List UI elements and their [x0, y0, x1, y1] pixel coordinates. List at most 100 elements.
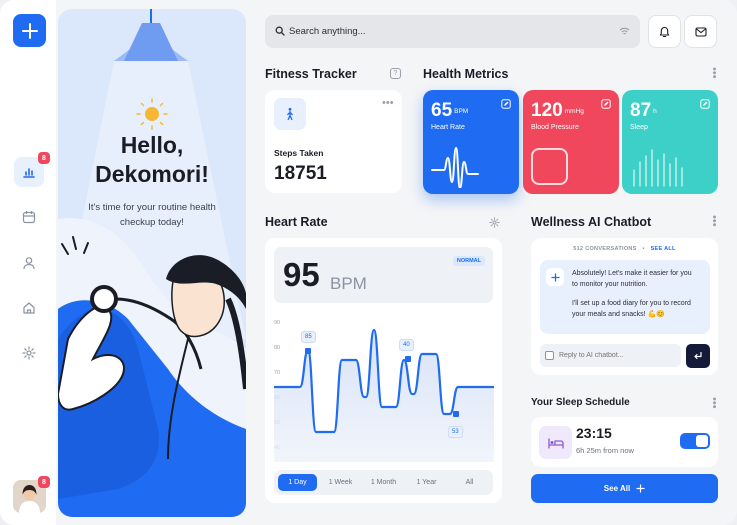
chat-message-text: I'll set up a food diary for you to reco…: [572, 300, 691, 307]
enter-icon: [694, 351, 702, 360]
chart-bars-icon: [23, 168, 35, 178]
chat-message-text: to monitor your nutrition.: [572, 281, 648, 288]
sleep-countdown: 6h 25m from now: [576, 446, 634, 455]
sleep-schedule-card: 23:15 6h 25m from now: [531, 417, 718, 467]
search-icon: [275, 26, 285, 36]
status-badge: NORMAL: [452, 256, 485, 266]
plus-icon: [546, 268, 564, 286]
help-icon[interactable]: ?: [390, 68, 401, 79]
user-icon: [23, 257, 35, 270]
hero-subtitle-line1: It's time for your routine health: [88, 202, 216, 213]
sidebar-item-calendar[interactable]: [14, 202, 44, 232]
range-1-week[interactable]: 1 Week: [321, 474, 360, 491]
steps-card: ••• Steps Taken 18751: [265, 90, 402, 193]
heart-rate-value: 95: [283, 256, 320, 293]
add-button[interactable]: [13, 14, 46, 47]
steps-more-icon[interactable]: •••: [382, 98, 394, 109]
data-point[interactable]: [405, 356, 411, 362]
heart-rate-metric-unit: BPM: [454, 108, 469, 115]
see-all-button-label: See All: [603, 484, 631, 493]
chatbot-card: 512 CONVERSATIONS • SEE ALL Absolutely! …: [531, 238, 718, 375]
calendar-icon: [22, 211, 36, 224]
heart-rate-summary: 95 BPM NORMAL: [274, 247, 493, 303]
metric-value: 65 BPM: [431, 100, 468, 122]
dashboard-app: 8 8 Hello, Dekomori! It's time for your …: [0, 0, 737, 525]
data-label: 85: [301, 331, 316, 343]
data-point[interactable]: [305, 348, 311, 354]
heart-rate-metric-value: 65: [431, 100, 453, 121]
plus-icon: [636, 484, 645, 493]
hero-greeting-line1: Hello,: [120, 132, 184, 158]
range-1-day[interactable]: 1 Day: [278, 474, 317, 491]
data-label: 40: [399, 339, 414, 351]
range-all[interactable]: All: [450, 474, 489, 491]
steps-label: Steps Taken: [274, 148, 324, 158]
hero-panel: Hello, Dekomori! It's time for your rout…: [58, 9, 246, 517]
sleep-metric-card[interactable]: 87 h Sleep: [622, 90, 718, 194]
walking-icon: [274, 98, 306, 130]
notifications-button[interactable]: [648, 15, 681, 48]
range-1-year[interactable]: 1 Year: [407, 474, 446, 491]
sidebar: 8 8: [0, 0, 56, 525]
chat-message-text: Absolutely! Let's make it easier for you: [572, 270, 692, 277]
heart-rate-chart: [274, 328, 494, 462]
sidebar-item-home[interactable]: [14, 293, 44, 323]
hero-illustration: [58, 9, 246, 517]
sleep-more-icon[interactable]: •••: [708, 397, 720, 409]
heart-rate-metric-name: Heart Rate: [431, 124, 465, 131]
mail-icon: [694, 26, 707, 37]
notification-badge: 8: [38, 152, 50, 164]
sleep-time: 23:15: [576, 425, 612, 441]
chatbot-more-icon[interactable]: •••: [708, 215, 720, 227]
health-metrics-title: Health Metrics: [423, 67, 509, 81]
plus-icon: [21, 22, 38, 39]
sleep-metric-unit: h: [653, 108, 657, 115]
sidebar-item-settings[interactable]: [14, 338, 44, 368]
health-metrics-more-icon[interactable]: •••: [708, 67, 720, 79]
bell-icon: [659, 26, 670, 37]
home-icon: [23, 302, 35, 314]
data-label: 53: [448, 426, 463, 438]
conversation-count: 512 CONVERSATIONS: [573, 246, 637, 252]
data-point[interactable]: [453, 411, 459, 417]
sleep-metric-name: Sleep: [630, 124, 648, 131]
blood-pressure-metric-name: Blood Pressure: [531, 124, 579, 131]
heartbeat-graphic: [431, 147, 479, 188]
fitness-tracker-title: Fitness Tracker: [265, 67, 357, 81]
chat-message-bubble: Absolutely! Let's make it easier for you…: [540, 260, 710, 334]
blood-pressure-metric-card[interactable]: 120 mmHg Blood Pressure: [523, 90, 619, 194]
messages-button[interactable]: [684, 15, 717, 48]
blood-pressure-metric-value: 120: [531, 100, 563, 121]
see-all-link[interactable]: SEE ALL: [651, 246, 676, 252]
edit-icon[interactable]: [601, 99, 611, 109]
heart-rate-title: Heart Rate: [265, 215, 328, 229]
chatbot-title: Wellness AI Chatbot: [531, 215, 652, 229]
hero-subtitle-line2: checkup today!: [120, 217, 184, 228]
sleep-toggle[interactable]: [680, 433, 710, 449]
sidebar-item-profile[interactable]: [14, 248, 44, 278]
wifi-icon[interactable]: [619, 27, 630, 36]
reply-box: [540, 344, 681, 367]
hero-greeting-line2: Dekomori!: [95, 161, 209, 187]
edit-icon[interactable]: [501, 99, 511, 109]
reply-input[interactable]: [559, 344, 677, 367]
gear-icon: [22, 346, 36, 360]
sleep-bars-graphic: [633, 149, 683, 187]
sleep-schedule-title: Your Sleep Schedule: [531, 397, 630, 408]
reply-checkbox[interactable]: [545, 351, 554, 360]
heart-rate-metric-card[interactable]: 65 BPM Heart Rate: [423, 90, 519, 194]
toggle-knob: [696, 435, 708, 447]
send-button[interactable]: [686, 344, 710, 368]
avatar-badge: 8: [38, 476, 50, 488]
pressure-graphic: [531, 148, 568, 185]
chat-message-text: your meals and snacks! 💪😊: [572, 311, 665, 318]
heart-rate-settings-icon[interactable]: [489, 217, 500, 228]
search-input[interactable]: [289, 15, 589, 48]
heart-rate-unit: BPM: [330, 274, 367, 293]
range-1-month[interactable]: 1 Month: [364, 474, 403, 491]
search-bar: [265, 15, 640, 48]
blood-pressure-metric-unit: mmHg: [564, 108, 584, 115]
see-all-button[interactable]: See All: [531, 474, 718, 503]
bed-icon: [539, 426, 572, 459]
edit-icon[interactable]: [700, 99, 710, 109]
